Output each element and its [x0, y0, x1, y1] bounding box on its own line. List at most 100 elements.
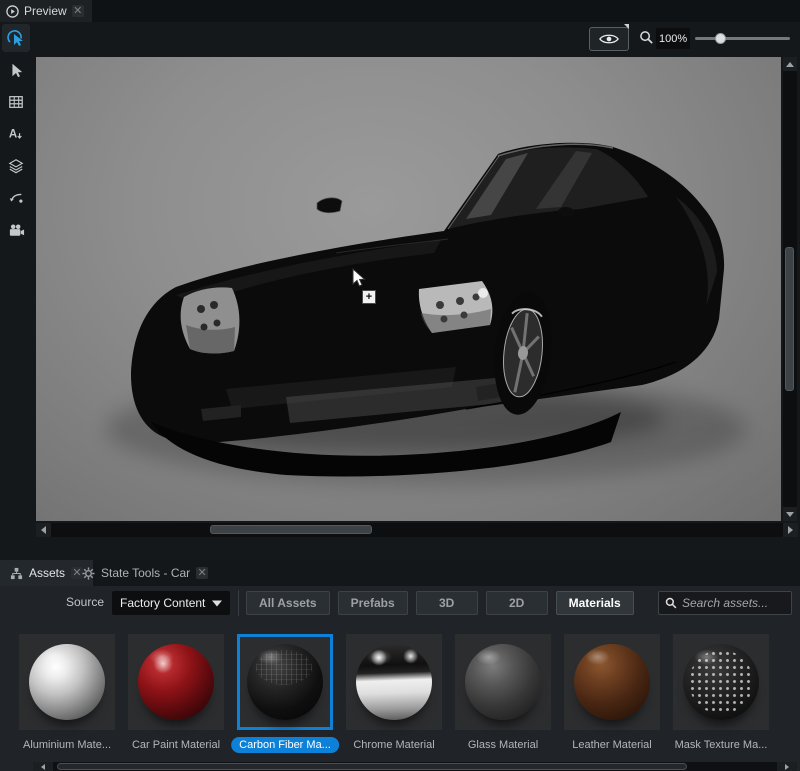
source-dropdown[interactable]: Factory Content	[112, 591, 230, 615]
text-style-icon: A	[8, 126, 24, 142]
list-item-glass: Glass Material	[455, 634, 551, 753]
search-icon	[665, 597, 677, 609]
material-label-selected: Carbon Fiber Ma...	[231, 737, 339, 753]
list-item-mask-texture: Mask Texture Ma...	[673, 634, 769, 753]
source-label: Source	[66, 595, 104, 609]
carbon-fiber-sphere-preview	[247, 644, 323, 720]
search-input[interactable]	[682, 596, 782, 610]
tab-state-tools[interactable]: State Tools - Car ✕	[72, 560, 218, 586]
material-thumbnail[interactable]	[19, 634, 115, 730]
tab-state-tools-label: State Tools - Car	[101, 566, 190, 580]
toolbar-divider	[238, 590, 239, 616]
close-icon[interactable]: ✕	[72, 5, 84, 17]
select-tool-button[interactable]	[2, 56, 30, 84]
scroll-down-button[interactable]	[783, 507, 797, 521]
scroll-right-button[interactable]	[777, 762, 797, 771]
video-camera-icon	[8, 222, 25, 239]
car-paint-sphere-preview	[138, 644, 214, 720]
tab-assets-label: Assets	[29, 566, 65, 580]
material-thumbnail[interactable]	[564, 634, 660, 730]
top-tab-bar: Preview ✕	[0, 0, 800, 22]
zoom-slider[interactable]	[695, 37, 790, 40]
material-label: Chrome Material	[345, 737, 442, 753]
material-label: Aluminium Mate...	[15, 737, 119, 753]
filter-materials-button[interactable]: Materials	[556, 591, 634, 615]
asset-search-box[interactable]	[658, 591, 792, 615]
material-label: Car Paint Material	[124, 737, 228, 753]
left-headlight	[181, 287, 240, 353]
mouse-cursor-icon	[352, 268, 366, 288]
scroll-left-button[interactable]	[33, 762, 53, 771]
chevron-down-icon	[212, 600, 222, 607]
filter-all-assets-button[interactable]: All Assets	[246, 591, 330, 615]
list-item-chrome: Chrome Material	[346, 634, 442, 753]
material-thumbnail[interactable]	[128, 634, 224, 730]
panel-tab-bar: Assets ✕ State Tools - Car ✕	[0, 560, 800, 586]
leather-sphere-preview	[574, 644, 650, 720]
side-mirror	[317, 198, 342, 213]
car-3d-render	[36, 57, 781, 521]
eye-icon	[599, 32, 619, 46]
viewport-vertical-scrollbar[interactable]	[783, 57, 797, 521]
assets-panel: Assets ✕ State Tools - Car ✕ Source	[0, 560, 800, 771]
aluminium-sphere-preview	[29, 644, 105, 720]
filter-prefabs-button[interactable]: Prefabs	[338, 591, 408, 615]
table-tool-button[interactable]	[2, 88, 30, 116]
materials-list: Aluminium Mate... Car Paint Material Car…	[0, 634, 800, 752]
filter-2d-button[interactable]: 2D	[486, 591, 548, 615]
layers-icon	[8, 158, 24, 174]
gear-icon	[82, 567, 95, 580]
list-item-leather: Leather Material	[564, 634, 660, 753]
horizontal-scrollbar-thumb[interactable]	[210, 525, 372, 534]
glass-sphere-preview	[465, 644, 541, 720]
hierarchy-icon	[10, 567, 23, 580]
dropdown-corner-icon	[624, 24, 629, 29]
list-item-aluminium: Aluminium Mate...	[19, 634, 115, 753]
layers-tool-button[interactable]	[2, 152, 30, 180]
vertical-scrollbar-thumb[interactable]	[785, 247, 794, 391]
zoom-icon	[639, 30, 654, 50]
assets-scrollbar-thumb[interactable]	[57, 763, 687, 770]
assets-toolbar: Source Factory Content All Assets Prefab…	[0, 590, 800, 616]
asset-filter-group: All Assets Prefabs 3D 2D Materials	[246, 591, 634, 615]
preview-viewport[interactable]: +	[36, 57, 781, 521]
material-thumbnail[interactable]	[346, 634, 442, 730]
material-label: Mask Texture Ma...	[667, 737, 776, 753]
visibility-toggle-button[interactable]	[589, 27, 629, 51]
material-thumbnail[interactable]	[455, 634, 551, 730]
material-label: Glass Material	[460, 737, 546, 753]
text-tool-button[interactable]: A	[2, 120, 30, 148]
svg-text:A: A	[9, 129, 18, 141]
play-circle-icon	[6, 5, 19, 18]
material-thumbnail-selected[interactable]	[237, 634, 333, 730]
mask-texture-sphere-preview	[683, 644, 759, 720]
assets-horizontal-scrollbar[interactable]	[33, 762, 797, 771]
cursor-add-modifier-icon: +	[362, 290, 376, 304]
close-icon[interactable]: ✕	[196, 567, 208, 579]
tab-preview[interactable]: Preview ✕	[0, 0, 92, 22]
tab-preview-label: Preview	[24, 4, 67, 18]
source-dropdown-value: Factory Content	[120, 596, 205, 610]
material-thumbnail[interactable]	[673, 634, 769, 730]
branch-arrow-icon	[8, 190, 24, 206]
branch-tool-button[interactable]	[2, 184, 30, 212]
viewport-horizontal-scrollbar[interactable]	[36, 523, 798, 537]
application-window: Preview ✕ A	[0, 0, 800, 771]
list-item-car-paint: Car Paint Material	[128, 634, 224, 753]
scroll-right-button[interactable]	[783, 523, 798, 537]
zoom-slider-thumb[interactable]	[715, 33, 726, 44]
arrow-cursor-icon	[8, 62, 24, 78]
interact-tool-button[interactable]	[2, 24, 30, 52]
chrome-sphere-preview	[356, 644, 432, 720]
filter-3d-button[interactable]: 3D	[416, 591, 478, 615]
material-label: Leather Material	[564, 737, 660, 753]
interact-cursor-icon	[7, 29, 25, 47]
scroll-left-button[interactable]	[36, 523, 51, 537]
table-icon	[8, 94, 24, 110]
camera-tool-button[interactable]	[2, 216, 30, 244]
left-toolbar: A	[0, 22, 32, 543]
zoom-level-value[interactable]: 100%	[656, 28, 690, 49]
scroll-up-button[interactable]	[783, 57, 797, 71]
right-headlight	[419, 281, 493, 333]
list-item-carbon-fiber: Carbon Fiber Ma...	[237, 634, 333, 753]
